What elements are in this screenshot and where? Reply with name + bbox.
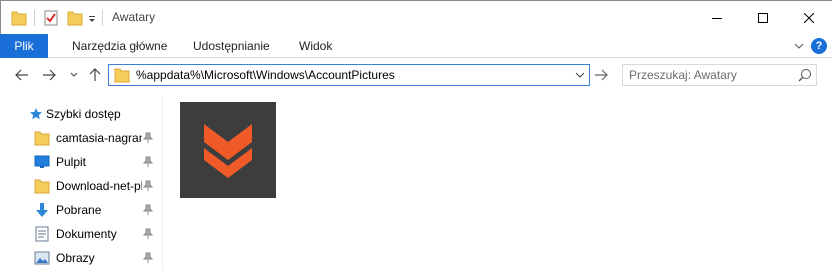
nav-item-download-net[interactable]: Download-net-pl bbox=[0, 174, 163, 198]
customize-toolbar-icon[interactable] bbox=[87, 9, 97, 27]
nav-item-label: Pulpit bbox=[56, 155, 87, 169]
search-box[interactable]: Przeszukaj: Awatary bbox=[622, 64, 817, 86]
pin-icon[interactable] bbox=[142, 132, 154, 147]
nav-item-label: camtasia-nagrania bbox=[56, 131, 142, 145]
nav-item-desktop[interactable]: Pulpit bbox=[0, 150, 163, 174]
avatar-thumbnail[interactable] bbox=[180, 102, 276, 198]
close-button[interactable] bbox=[786, 1, 832, 34]
ribbon-tabs: Plik Narzędzia główne Udostępnianie Wido… bbox=[0, 34, 832, 58]
folder-icon bbox=[114, 67, 130, 86]
forward-arrow-icon[interactable] bbox=[41, 67, 57, 83]
nav-item-label: Download-net-pl bbox=[56, 179, 142, 193]
folder-icon bbox=[33, 177, 51, 195]
new-folder-icon[interactable] bbox=[67, 9, 83, 27]
minimize-button[interactable] bbox=[694, 1, 740, 34]
properties-icon[interactable] bbox=[43, 9, 59, 27]
expand-ribbon-button[interactable] bbox=[790, 37, 808, 55]
address-bar[interactable]: %appdata%\Microsoft\Windows\AccountPictu… bbox=[108, 64, 590, 86]
nav-item-label: Pobrane bbox=[56, 203, 102, 217]
nav-item-documents[interactable]: Dokumenty bbox=[0, 222, 163, 246]
search-placeholder: Przeszukaj: Awatary bbox=[629, 68, 737, 82]
star-icon bbox=[27, 105, 45, 123]
nav-item-pictures[interactable]: Obrazy bbox=[0, 246, 163, 270]
pin-icon[interactable] bbox=[142, 180, 154, 195]
quick-access-label: Szybki dostęp bbox=[46, 107, 121, 121]
maximize-button[interactable] bbox=[740, 1, 786, 34]
desktop-icon bbox=[33, 153, 51, 171]
nav-item-camtasia[interactable]: camtasia-nagrania bbox=[0, 126, 163, 150]
pin-icon[interactable] bbox=[142, 228, 154, 243]
tab-view[interactable]: Widok bbox=[299, 39, 332, 53]
pin-icon[interactable] bbox=[142, 252, 154, 267]
address-row: %appdata%\Microsoft\Windows\AccountPictu… bbox=[0, 59, 832, 91]
documents-icon bbox=[33, 225, 51, 243]
chevron-down-icon[interactable] bbox=[575, 69, 585, 83]
nav-item-downloads[interactable]: Pobrane bbox=[0, 198, 163, 222]
address-path[interactable]: %appdata%\Microsoft\Windows\AccountPictu… bbox=[136, 68, 395, 82]
window-title: Awatary bbox=[112, 10, 156, 24]
nav-item-label: Obrazy bbox=[56, 251, 95, 265]
go-arrow-icon[interactable] bbox=[594, 69, 608, 84]
tab-file[interactable]: Plik bbox=[0, 34, 48, 58]
up-arrow-icon[interactable] bbox=[87, 67, 103, 83]
folder-icon bbox=[33, 129, 51, 147]
back-arrow-icon[interactable] bbox=[14, 67, 30, 83]
pin-icon[interactable] bbox=[142, 156, 154, 171]
tab-home[interactable]: Narzędzia główne bbox=[72, 39, 167, 53]
separator bbox=[102, 10, 103, 26]
navigation-pane: Szybki dostęp camtasia-nagrania Pulpit D… bbox=[0, 96, 163, 271]
recent-locations-icon[interactable] bbox=[66, 67, 82, 83]
separator bbox=[34, 10, 35, 26]
pin-icon[interactable] bbox=[142, 204, 154, 219]
tab-share[interactable]: Udostępnianie bbox=[193, 39, 270, 53]
folder-icon bbox=[11, 9, 27, 27]
nav-item-label: Dokumenty bbox=[56, 227, 117, 241]
title-bar: Awatary bbox=[0, 0, 832, 34]
file-list bbox=[164, 96, 832, 271]
orange-chevron-icon bbox=[204, 124, 252, 178]
quick-access[interactable]: Szybki dostęp bbox=[0, 102, 163, 126]
pictures-icon bbox=[33, 249, 51, 267]
search-icon[interactable] bbox=[798, 68, 812, 85]
download-arrow-icon bbox=[33, 201, 51, 219]
help-button[interactable]: ? bbox=[811, 38, 827, 54]
